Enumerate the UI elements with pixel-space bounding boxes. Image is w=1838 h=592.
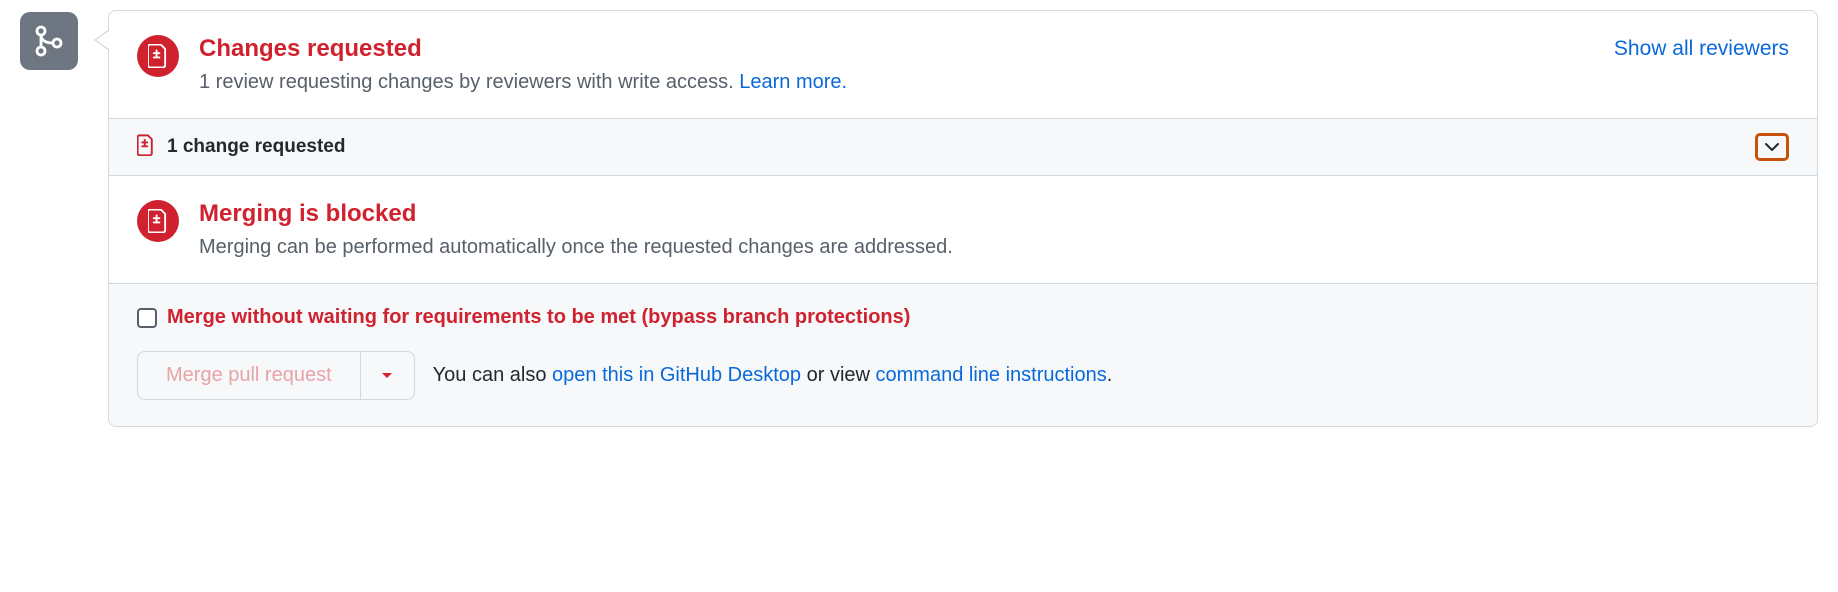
bypass-label[interactable]: Merge without waiting for requirements t… [167,306,910,329]
learn-more-link[interactable]: Learn more. [739,71,847,93]
open-github-desktop-link[interactable]: open this in GitHub Desktop [552,364,801,386]
hint-suffix: . [1107,364,1113,386]
changes-requested-desc: 1 review requesting changes by reviewers… [199,68,1594,96]
chevron-down-icon [1764,142,1780,152]
caret-down-icon [381,372,393,380]
changes-requested-title: Changes requested [199,33,1594,64]
review-desc-text: 1 review requesting changes by reviewers… [199,71,739,93]
git-merge-icon [20,12,78,70]
file-diff-icon [137,35,179,77]
merge-status-panel: Changes requested 1 review requesting ch… [108,10,1818,427]
merge-hint-text: You can also open this in GitHub Desktop… [433,364,1113,387]
merge-button-group: Merge pull request [137,351,415,400]
merge-pull-request-button[interactable]: Merge pull request [138,352,360,399]
change-requested-count: 1 change requested [167,136,345,158]
change-requested-row: 1 change requested [109,118,1817,176]
merge-options-dropdown[interactable] [360,352,414,399]
expand-reviews-toggle[interactable] [1755,133,1789,161]
file-diff-icon [137,134,155,161]
hint-prefix: You can also [433,364,552,386]
bypass-checkbox[interactable] [137,308,157,328]
changes-requested-section: Changes requested 1 review requesting ch… [109,11,1817,118]
show-all-reviewers-link[interactable]: Show all reviewers [1614,37,1789,61]
merging-blocked-desc: Merging can be performed automatically o… [199,233,1789,261]
merge-actions-section: Merge without waiting for requirements t… [109,283,1817,426]
hint-mid: or view [801,364,875,386]
merging-blocked-section: Merging is blocked Merging can be perfor… [109,176,1817,283]
command-line-instructions-link[interactable]: command line instructions [876,364,1107,386]
file-diff-icon [137,200,179,242]
merging-blocked-title: Merging is blocked [199,198,1789,229]
